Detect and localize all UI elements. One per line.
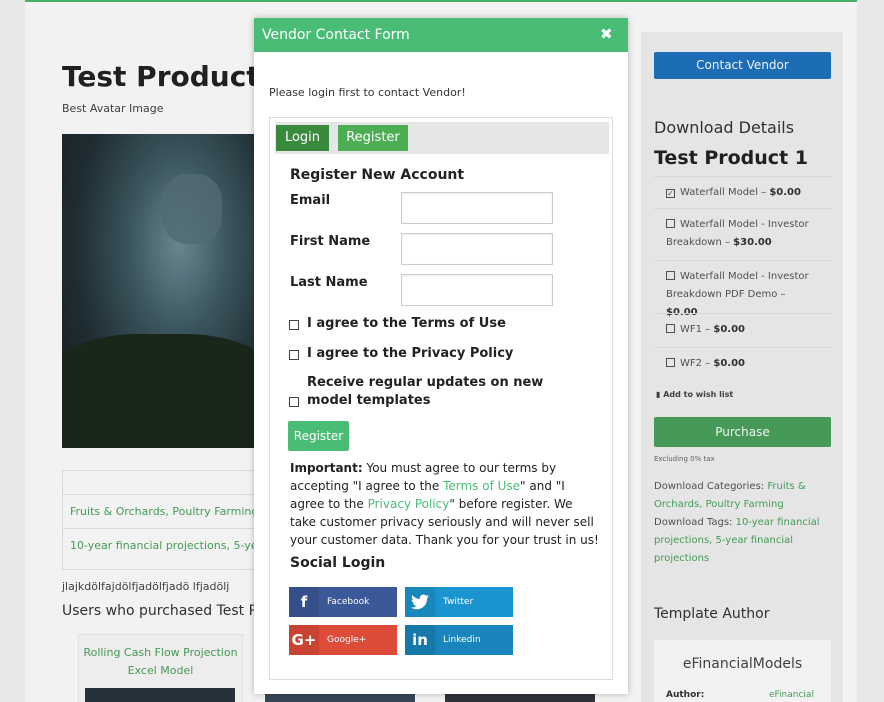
close-icon[interactable]: ✖ (600, 25, 613, 43)
first-name-label: First Name (290, 234, 371, 249)
terms-checkbox-label[interactable]: I agree to the Terms of Use (307, 315, 506, 333)
privacy-link[interactable]: Privacy Policy (368, 497, 450, 511)
twitter-icon (405, 587, 435, 617)
linkedin-icon: in (405, 625, 435, 655)
email-label: Email (290, 193, 331, 208)
updates-checkbox-label[interactable]: Receive regular updates on new model tem… (307, 374, 577, 410)
linkedin-label: Linkedin (443, 635, 481, 645)
updates-checkbox[interactable] (289, 397, 299, 407)
auth-tabs: Login Register (275, 122, 609, 154)
vendor-contact-modal: Vendor Contact Form ✖ Please login first… (254, 18, 628, 694)
tab-login[interactable]: Login (276, 125, 329, 151)
twitter-login-button[interactable]: Twitter (405, 587, 513, 617)
facebook-login-button[interactable]: f Facebook (289, 587, 397, 617)
register-button[interactable]: Register (288, 421, 349, 451)
modal-title: Vendor Contact Form (262, 27, 410, 43)
tab-register[interactable]: Register (338, 125, 408, 151)
auth-form-box: Login Register Register New Account Emai… (269, 117, 613, 680)
modal-header: Vendor Contact Form ✖ (254, 18, 628, 52)
important-label: Important: (290, 461, 363, 475)
privacy-checkbox[interactable] (289, 350, 299, 360)
facebook-label: Facebook (327, 597, 370, 607)
important-notice: Important: You must agree to our terms b… (290, 459, 602, 549)
first-name-field[interactable] (401, 233, 553, 265)
google-label: Google+ (327, 635, 367, 645)
google-plus-icon: G+ (289, 625, 319, 655)
facebook-icon: f (289, 587, 319, 617)
terms-link[interactable]: Terms of Use (443, 479, 520, 493)
terms-checkbox[interactable] (289, 320, 299, 330)
email-field[interactable] (401, 192, 553, 224)
google-login-button[interactable]: G+ Google+ (289, 625, 397, 655)
social-login-title: Social Login (290, 555, 386, 571)
register-heading: Register New Account (290, 167, 465, 183)
login-note: Please login first to contact Vendor! (269, 86, 466, 99)
last-name-label: Last Name (290, 275, 368, 290)
privacy-checkbox-label[interactable]: I agree to the Privacy Policy (307, 345, 513, 363)
last-name-field[interactable] (401, 274, 553, 306)
linkedin-login-button[interactable]: in Linkedin (405, 625, 513, 655)
twitter-label: Twitter (443, 597, 474, 607)
